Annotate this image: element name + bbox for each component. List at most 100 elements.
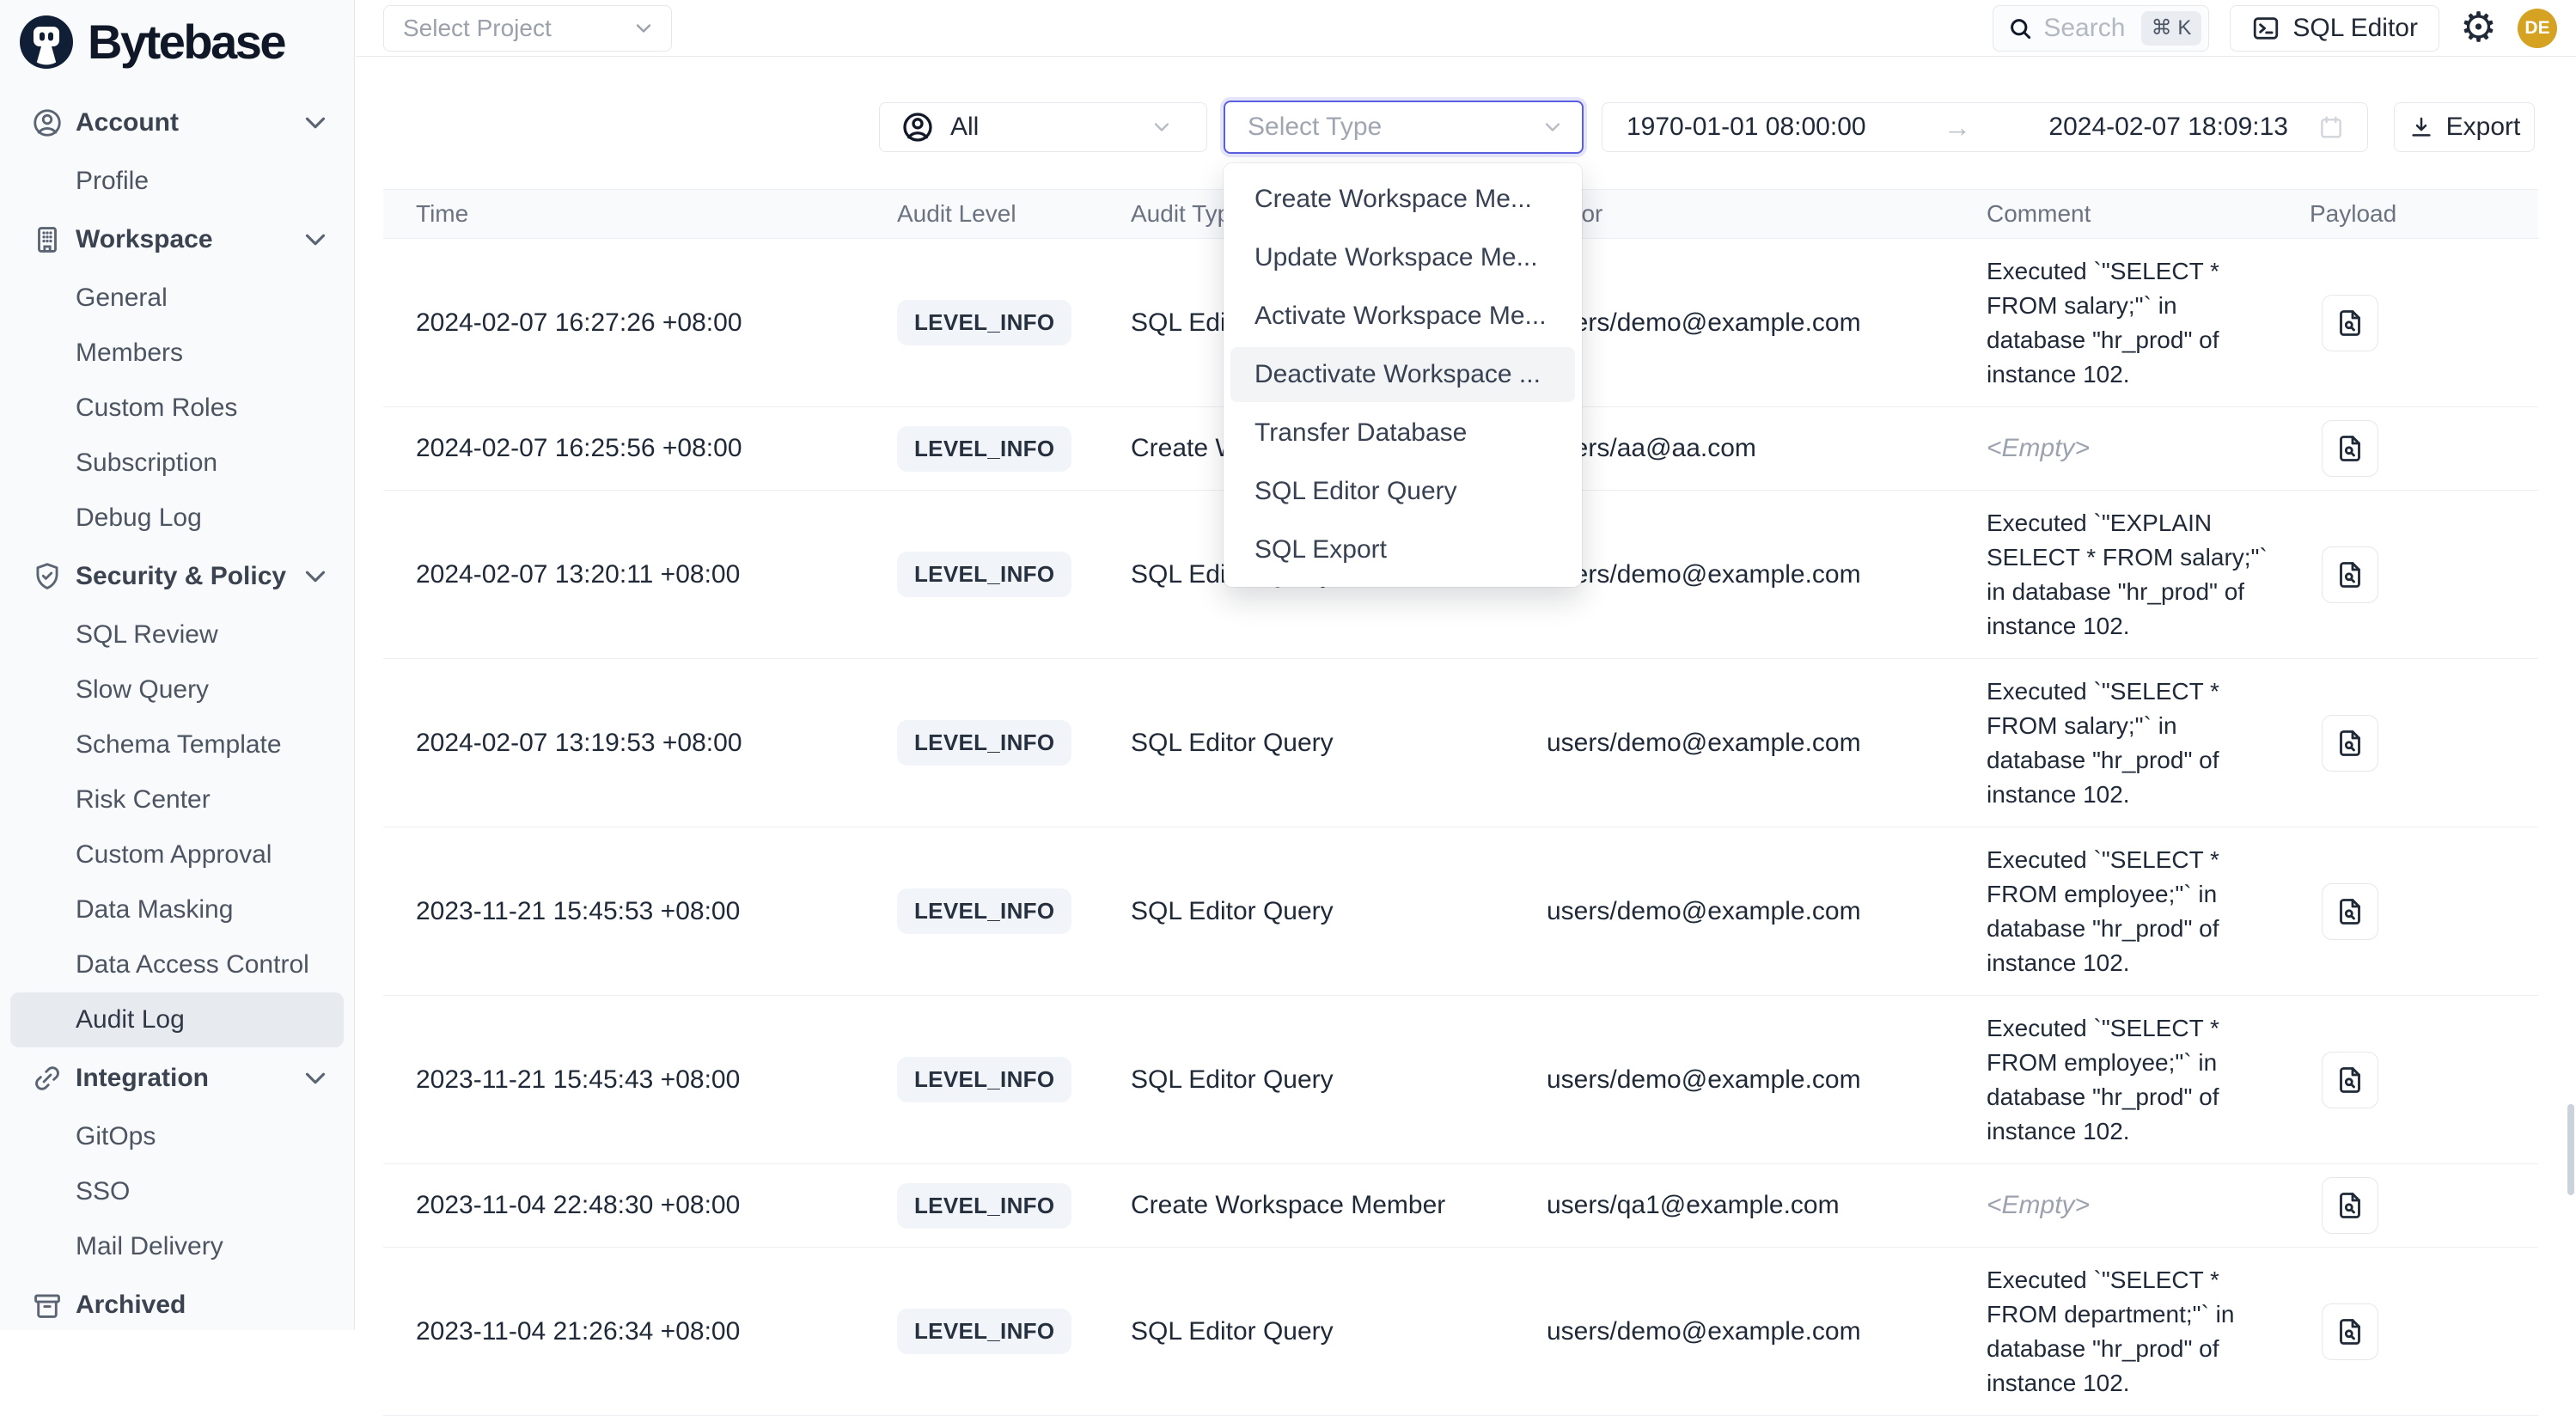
cell-comment: <Empty> <box>1956 1188 2286 1223</box>
vertical-scrollbar[interactable] <box>2567 1104 2574 1195</box>
menu-item-deactivate-workspace[interactable]: Deactivate Workspace ... <box>1230 347 1575 402</box>
cell-comment: Executed `"SELECT * FROM salary;"` in da… <box>1956 674 2286 812</box>
payload-view-button[interactable] <box>2322 883 2378 940</box>
payload-view-button[interactable] <box>2322 1303 2378 1360</box>
sidebar-item-data-masking[interactable]: Data Masking <box>10 882 344 937</box>
table-row: 2023-11-21 15:45:43 +08:00LEVEL_INFOSQL … <box>383 996 2538 1164</box>
file-search-icon <box>2335 1316 2365 1347</box>
menu-item-update-workspace-me[interactable]: Update Workspace Me... <box>1230 230 1575 285</box>
sidebar-item-label: Debug Log <box>76 504 202 533</box>
sidebar-item-label: Subscription <box>76 449 217 478</box>
sidebar-item-data-access-control[interactable]: Data Access Control <box>10 937 344 992</box>
cell-comment: Executed `"SELECT * FROM employee;"` in … <box>1956 1011 2286 1149</box>
menu-item-sql-editor-query[interactable]: SQL Editor Query <box>1230 464 1575 519</box>
sidebar-item-slow-query[interactable]: Slow Query <box>10 662 344 717</box>
sidebar-item-label: Mail Delivery <box>76 1232 223 1261</box>
cell-comment: Executed `"SELECT * FROM employee;"` in … <box>1956 843 2286 980</box>
search-input[interactable]: Search ⌘ K <box>1993 5 2209 52</box>
payload-view-button[interactable] <box>2322 546 2378 603</box>
cell-payload <box>2286 295 2538 351</box>
cell-time: 2023-11-04 22:48:30 +08:00 <box>383 1191 863 1220</box>
sidebar-item-account[interactable]: Account <box>10 95 344 150</box>
sidebar-item-sql-review[interactable]: SQL Review <box>10 607 344 662</box>
brand-logo[interactable]: Bytebase <box>0 0 354 70</box>
cell-actor: users/demo@example.com <box>1512 897 1956 926</box>
date-range-picker[interactable]: 1970-01-01 08:00:00 → 2024-02-07 18:09:1… <box>1602 102 2368 152</box>
cell-payload <box>2286 546 2538 603</box>
user-circle-icon <box>900 110 935 144</box>
level-badge: LEVEL_INFO <box>897 1309 1071 1354</box>
cell-audit-level: LEVEL_INFO <box>863 1309 1096 1354</box>
cell-time: 2023-11-21 15:45:43 +08:00 <box>383 1065 863 1095</box>
file-search-icon <box>2335 728 2365 759</box>
download-icon <box>2408 114 2434 140</box>
sidebar-item-workspace[interactable]: Workspace <box>10 212 344 267</box>
avatar[interactable]: DE <box>2518 9 2557 48</box>
file-search-icon <box>2335 896 2365 927</box>
sidebar-item-integration[interactable]: Integration <box>10 1051 344 1106</box>
cell-audit-level: LEVEL_INFO <box>863 888 1096 934</box>
sidebar-item-debug-log[interactable]: Debug Log <box>10 491 344 546</box>
cell-payload <box>2286 715 2538 772</box>
type-filter-select[interactable]: Select Type <box>1224 101 1584 154</box>
sidebar-item-label: Schema Template <box>76 730 282 760</box>
menu-item-create-workspace-me[interactable]: Create Workspace Me... <box>1230 172 1575 227</box>
payload-view-button[interactable] <box>2322 715 2378 772</box>
user-circle-icon <box>31 107 64 139</box>
payload-view-button[interactable] <box>2322 1052 2378 1108</box>
chevron-down-icon <box>299 560 332 593</box>
sidebar-item-security-policy[interactable]: Security & Policy <box>10 549 344 604</box>
export-button[interactable]: Export <box>2394 102 2535 152</box>
menu-item-sql-export[interactable]: SQL Export <box>1230 522 1575 577</box>
payload-view-button[interactable] <box>2322 420 2378 477</box>
sidebar-item-custom-approval[interactable]: Custom Approval <box>10 827 344 882</box>
date-end-value: 2024-02-07 18:09:13 <box>2048 113 2288 142</box>
cell-audit-level: LEVEL_INFO <box>863 552 1096 597</box>
search-shortcut-badge: ⌘ K <box>2141 11 2202 46</box>
sidebar-item-label: General <box>76 284 168 313</box>
sidebar-item-label: Integration <box>76 1064 209 1093</box>
sidebar-item-schema-template[interactable]: Schema Template <box>10 717 344 772</box>
payload-view-button[interactable] <box>2322 1177 2378 1234</box>
sidebar-item-audit-log[interactable]: Audit Log <box>10 992 344 1047</box>
cell-comment: Executed `"SELECT * FROM department;"` i… <box>1956 1263 2286 1401</box>
payload-view-button[interactable] <box>2322 295 2378 351</box>
sidebar-item-members[interactable]: Members <box>10 326 344 381</box>
level-badge: LEVEL_INFO <box>897 552 1071 597</box>
gear-icon[interactable]: ⚙ <box>2460 8 2497 49</box>
sidebar-item-profile[interactable]: Profile <box>10 154 344 209</box>
link-icon <box>31 1062 64 1095</box>
sidebar-item-archived[interactable]: Archived <box>10 1278 344 1333</box>
sidebar-item-sso[interactable]: SSO <box>10 1164 344 1219</box>
cell-payload <box>2286 420 2538 477</box>
chevron-down-icon <box>299 1062 332 1095</box>
sidebar-item-label: Members <box>76 339 183 368</box>
sidebar-item-label: GitOps <box>76 1122 156 1151</box>
topbar: Select Project Search ⌘ K SQL Editor ⚙ D… <box>356 0 2576 57</box>
sql-editor-button[interactable]: SQL Editor <box>2230 5 2439 52</box>
sidebar-item-custom-roles[interactable]: Custom Roles <box>10 381 344 436</box>
sidebar-item-mail-delivery[interactable]: Mail Delivery <box>10 1219 344 1274</box>
cell-payload <box>2286 1177 2538 1234</box>
menu-item-activate-workspace-me[interactable]: Activate Workspace Me... <box>1230 289 1575 344</box>
chevron-down-icon <box>299 107 332 139</box>
export-label: Export <box>2446 113 2521 142</box>
project-select[interactable]: Select Project <box>383 5 672 52</box>
column-header-payload: Payload <box>2286 200 2538 228</box>
sidebar-item-risk-center[interactable]: Risk Center <box>10 772 344 827</box>
sidebar-item-general[interactable]: General <box>10 271 344 326</box>
table-row: 2023-11-21 15:45:53 +08:00LEVEL_INFOSQL … <box>383 827 2538 996</box>
actor-filter-select[interactable]: All <box>879 102 1207 152</box>
actor-filter-value: All <box>950 113 979 142</box>
sidebar-item-label: Slow Query <box>76 675 209 705</box>
sidebar-item-subscription[interactable]: Subscription <box>10 436 344 491</box>
level-badge: LEVEL_INFO <box>897 1057 1071 1102</box>
cell-payload <box>2286 883 2538 940</box>
column-header-time: Time <box>383 200 863 228</box>
project-select-placeholder: Select Project <box>403 15 552 42</box>
level-badge: LEVEL_INFO <box>897 720 1071 766</box>
menu-item-transfer-database[interactable]: Transfer Database <box>1230 406 1575 461</box>
sidebar-item-label: Data Masking <box>76 895 233 925</box>
sidebar-item-gitops[interactable]: GitOps <box>10 1109 344 1164</box>
cell-audit-level: LEVEL_INFO <box>863 300 1096 345</box>
